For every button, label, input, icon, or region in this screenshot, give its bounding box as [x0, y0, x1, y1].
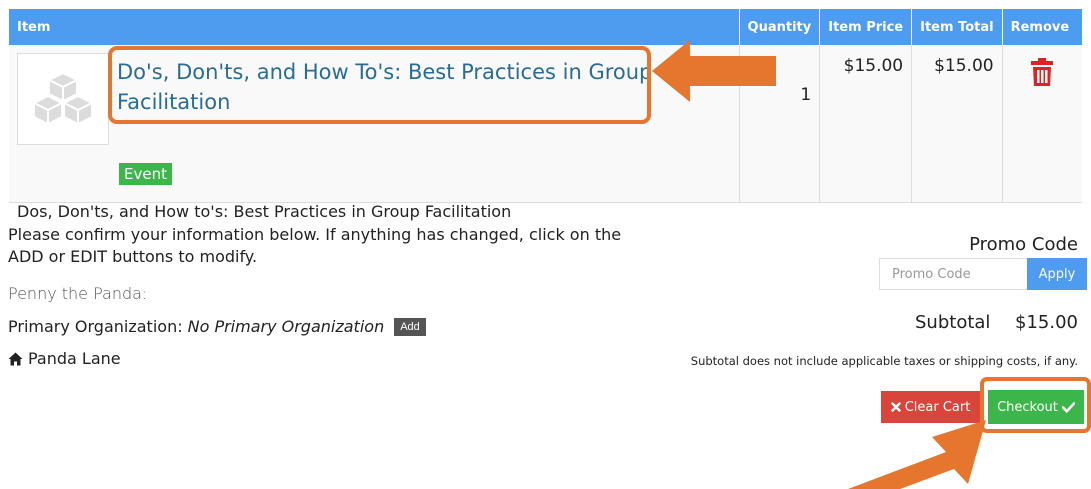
- remove-item-button[interactable]: [1030, 57, 1054, 92]
- primary-organization-line: Primary Organization: No Primary Organiz…: [8, 317, 426, 336]
- subtotal-value: $15.00: [1015, 312, 1078, 333]
- confirm-info-text: Please confirm your information below. I…: [8, 225, 622, 266]
- cart-header-row: Item Quantity Item Price Item Total Remo…: [9, 9, 1082, 45]
- trash-icon: [1031, 58, 1054, 86]
- cubes-placeholder-icon: [33, 72, 93, 125]
- header-item: Item: [9, 9, 740, 45]
- event-badge: Event: [119, 163, 172, 185]
- item-description: Dos, Don'ts, and How to's: Best Practice…: [17, 202, 512, 221]
- item-title-link[interactable]: Do's, Don'ts, and How To's: Best Practic…: [117, 57, 657, 117]
- org-value: No Primary Organization: [187, 317, 385, 336]
- add-organization-button[interactable]: Add: [394, 317, 426, 336]
- subtotal-note: Subtotal does not include applicable tax…: [690, 354, 1078, 368]
- checkout-label: Checkout: [997, 399, 1058, 415]
- item-cell: Do's, Don'ts, and How To's: Best Practic…: [9, 45, 740, 221]
- apply-promo-button[interactable]: Apply: [1027, 258, 1087, 290]
- remove-cell: [1002, 45, 1082, 203]
- item-thumbnail[interactable]: [17, 53, 109, 145]
- person-name: Penny the Panda:: [8, 284, 148, 303]
- item-total: $15.00: [911, 45, 1003, 203]
- clear-cart-label: Clear Cart: [904, 399, 971, 415]
- promo-code-input[interactable]: [879, 258, 1028, 290]
- arrow-up-right-icon: [848, 420, 986, 489]
- subtotal-label: Subtotal: [915, 312, 991, 333]
- header-remove: Remove: [1002, 9, 1082, 45]
- address-text: Panda Lane: [28, 349, 121, 368]
- promo-code-label: Promo Code: [969, 234, 1078, 255]
- checkout-button[interactable]: Checkout: [988, 390, 1084, 424]
- address-line: Panda Lane: [8, 349, 121, 368]
- org-label: Primary Organization:: [8, 317, 183, 336]
- cart-table: Item Quantity Item Price Item Total Remo…: [9, 9, 1082, 221]
- item-quantity: 1: [739, 45, 821, 203]
- item-price: $15.00: [819, 45, 913, 203]
- header-quantity: Quantity: [739, 9, 821, 45]
- close-icon: [890, 402, 901, 412]
- home-icon: [8, 352, 23, 365]
- clear-cart-button[interactable]: Clear Cart: [881, 391, 980, 423]
- table-row: Do's, Don'ts, and How To's: Best Practic…: [9, 45, 1082, 221]
- header-item-price: Item Price: [819, 9, 913, 45]
- header-item-total: Item Total: [911, 9, 1003, 45]
- checkmark-icon: [1061, 401, 1075, 413]
